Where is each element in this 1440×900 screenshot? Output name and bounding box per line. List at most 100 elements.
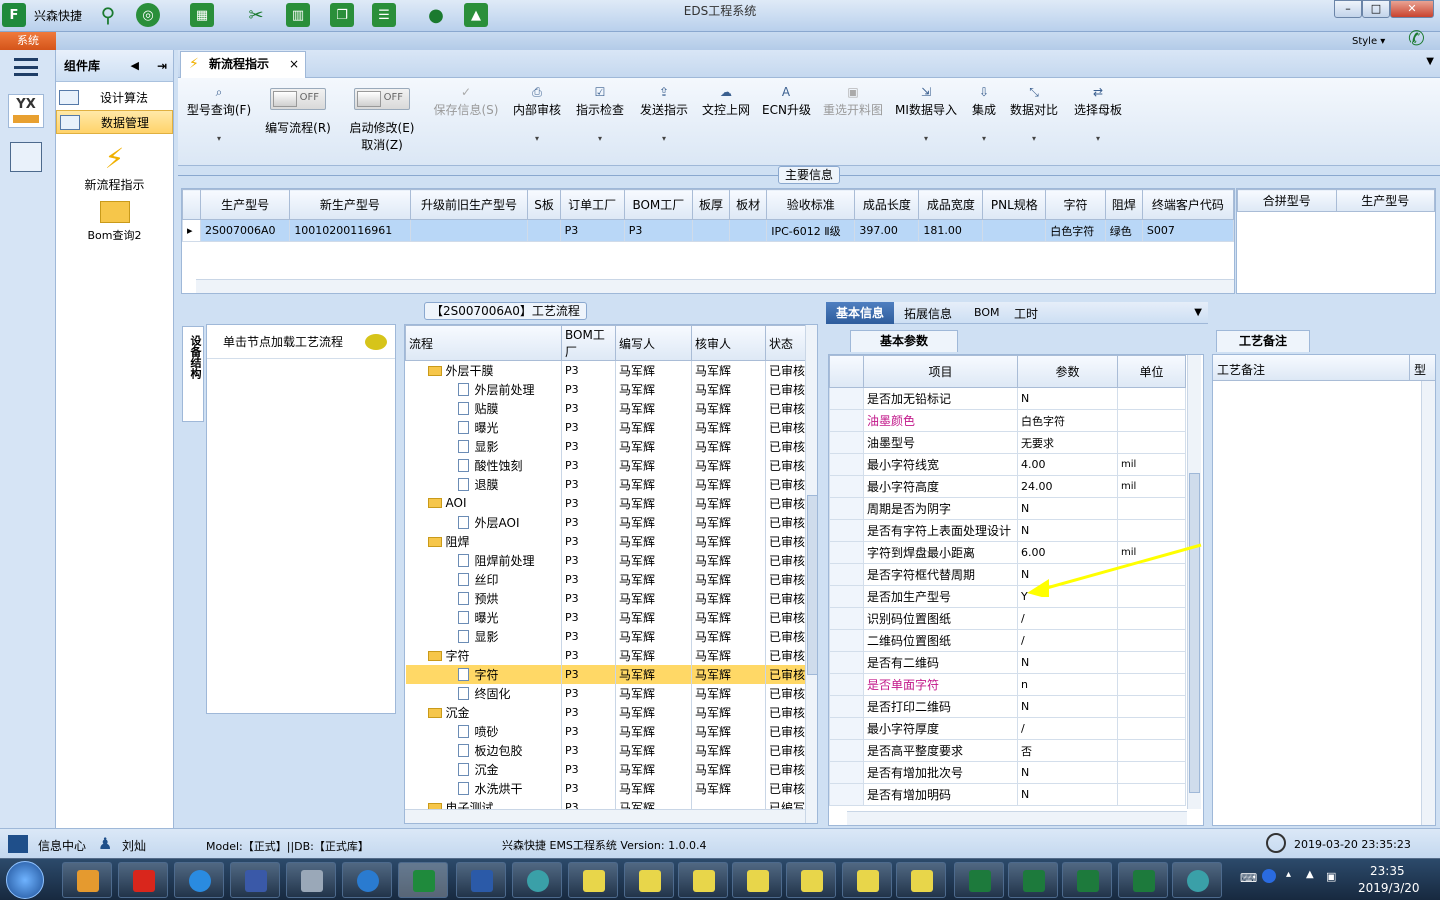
keyboard-icon[interactable]: ⌨	[1240, 871, 1257, 885]
table-row[interactable]: ▸ 2S007006A0 10010200116961 P3 P3 IPC-6012 Ⅱ级…	[182, 219, 1234, 242]
tree-node[interactable]: 水洗烘干 P3 马军辉 马军辉 已审核	[405, 778, 806, 798]
calculator-icon[interactable]	[10, 142, 42, 172]
tree-node[interactable]: 字符 P3 马军辉 马军辉 已审核	[405, 645, 806, 665]
style-menu[interactable]: Style ▾	[1352, 36, 1385, 47]
type-query-button[interactable]: ⌕ 型号查询(F) ▾	[186, 86, 252, 144]
new-flow-instruction-item[interactable]: ⚡ 新流程指示	[56, 142, 173, 193]
column-header[interactable]: 生产型号	[199, 189, 291, 220]
tree-node-name-cell[interactable]: 退膜	[405, 474, 562, 494]
tree-node-name-cell[interactable]: 字符	[405, 664, 562, 684]
integrate-button[interactable]: ⇩ 集成 ▾	[968, 86, 1000, 144]
column-header[interactable]: 板材	[729, 189, 768, 220]
start-edit-toggle[interactable]: OFF 启动修改(E) 取消(Z)	[346, 88, 418, 153]
doc-control-online-button[interactable]: ☁ 文控上网	[700, 86, 752, 118]
taskbar-app[interactable]	[1172, 862, 1222, 898]
send-instruction-button[interactable]: ⇪ 发送指示 ▾	[638, 86, 690, 144]
taskbar-window[interactable]	[786, 862, 836, 898]
tree-node[interactable]: 退膜 P3 马军辉 马军辉 已审核	[405, 474, 806, 494]
chevron-down-icon[interactable]: ▼	[1194, 307, 1202, 318]
taskbar-app[interactable]	[62, 862, 112, 898]
column-header[interactable]: 状态	[765, 325, 806, 361]
taskbar-excel[interactable]	[1118, 862, 1168, 898]
table-cell[interactable]	[729, 219, 768, 242]
info-center-link[interactable]: 信息中心	[38, 837, 86, 854]
taskbar-app[interactable]	[230, 862, 280, 898]
tree-node[interactable]: 喷砂 P3 马军辉 马军辉 已审核	[405, 721, 806, 741]
column-header[interactable]: 升级前旧生产型号	[409, 189, 529, 220]
flag-icon[interactable]: ▲	[1306, 869, 1314, 880]
tree-node-name-cell[interactable]: 丝印	[405, 569, 562, 589]
tree-node-name-cell[interactable]: 曝光	[405, 417, 562, 437]
edit-flow-switch[interactable]: OFF	[270, 88, 326, 110]
tree-node[interactable]: 显影 P3 马军辉 马军辉 已审核	[405, 436, 806, 456]
param-value[interactable]: /	[1017, 717, 1118, 740]
tree-node[interactable]: 预烘 P3 马军辉 马军辉 已审核	[405, 588, 806, 608]
column-header[interactable]: 成品长度	[854, 189, 920, 220]
maximize-button[interactable]: □	[1362, 0, 1390, 18]
tab-basic-info[interactable]: 基本信息	[826, 302, 894, 324]
param-row[interactable]: 是否有增加明码 N	[829, 783, 1186, 806]
cancel-label[interactable]: 取消(Z)	[361, 138, 403, 152]
column-header[interactable]: 单位	[1117, 355, 1186, 388]
column-header[interactable]: S板	[527, 189, 561, 220]
column-header[interactable]: BOM工厂	[623, 189, 694, 220]
table-cell[interactable]: P3	[623, 219, 694, 242]
column-header[interactable]: 合拼型号	[1237, 189, 1337, 212]
sidebar-item-data-management[interactable]: 数据管理	[56, 110, 173, 134]
param-value[interactable]: N	[1017, 651, 1118, 674]
column-header[interactable]: 生产型号	[1335, 189, 1435, 212]
tree-node[interactable]: 显影 P3 马军辉 马军辉 已审核	[405, 626, 806, 646]
tree-node-name-cell[interactable]: 沉金	[405, 759, 562, 779]
param-row[interactable]: 是否高平整度要求否	[829, 739, 1186, 762]
table-cell[interactable]: 2S007006A0	[199, 219, 291, 242]
param-row[interactable]: 是否单面字符 n	[829, 673, 1186, 696]
column-header[interactable]: 字符	[1045, 189, 1106, 220]
tree-node-name-cell[interactable]: 板边包胶	[405, 740, 562, 760]
tab-equipment-structure[interactable]: 设备结构	[182, 326, 204, 422]
tab-list-dropdown-icon[interactable]: ▼	[1426, 56, 1434, 67]
taskbar-window[interactable]	[732, 862, 782, 898]
taskbar-word[interactable]	[456, 862, 506, 898]
windows-grid-icon[interactable]	[8, 835, 28, 853]
scrollbar-thumb[interactable]	[1189, 473, 1200, 793]
scrollbar-thumb[interactable]	[807, 495, 817, 675]
taskbar-window[interactable]	[624, 862, 674, 898]
close-button[interactable]: ✕	[1390, 0, 1434, 18]
tab-extended-info[interactable]: 拓展信息	[904, 305, 952, 322]
instruction-check-button[interactable]: ☑ 指示检查 ▾	[574, 86, 626, 144]
tree-node-name-cell[interactable]: 酸性蚀刻	[405, 455, 562, 475]
param-value[interactable]: N	[1017, 497, 1118, 520]
load-flow-hint[interactable]: 单击节点加载工艺流程	[207, 325, 395, 359]
table-cell[interactable]	[409, 219, 529, 242]
param-row[interactable]: 是否有字符上表面处理设计 N	[829, 519, 1186, 542]
tree-node[interactable]: 阻焊 P3 马军辉 马军辉 已审核	[405, 531, 806, 551]
column-header[interactable]: 验收标准	[766, 189, 856, 220]
table-cell[interactable]: 绿色	[1104, 219, 1143, 242]
column-header[interactable]: BOM工厂	[561, 325, 616, 361]
param-row[interactable]: 是否有增加批次号 N	[829, 761, 1186, 784]
sidebar-item-design-algorithm[interactable]: 设计算法	[56, 86, 173, 110]
param-row[interactable]: 油墨颜色 白色字符	[829, 409, 1186, 432]
taskbar-excel[interactable]	[1062, 862, 1112, 898]
param-row[interactable]: 二维码位置图纸 /	[829, 629, 1186, 652]
taskbar-eds-active[interactable]	[398, 862, 448, 898]
network-icon[interactable]: ▣	[1326, 870, 1336, 883]
tree-node-name-cell[interactable]: 阻焊	[405, 531, 562, 551]
tree-node-name-cell[interactable]: 显影	[405, 436, 562, 456]
tree-node[interactable]: 酸性蚀刻 P3 马军辉 马军辉 已审核	[405, 455, 806, 475]
tree-node-name-cell[interactable]: 预烘	[405, 588, 562, 608]
param-row[interactable]: 是否打印二维码 N	[829, 695, 1186, 718]
table-cell[interactable]	[692, 219, 731, 242]
tree-node-name-cell[interactable]: 外层AOI	[405, 512, 562, 532]
select-motherboard-button[interactable]: ⇄ 选择母板 ▾	[1072, 86, 1124, 144]
tree-node[interactable]: 曝光 P3 马军辉 马军辉 已审核	[405, 417, 806, 437]
tree-node-name-cell[interactable]: 喷砂	[405, 721, 562, 741]
table-cell[interactable]: 397.00	[854, 219, 920, 242]
start-button[interactable]	[6, 861, 44, 899]
system-menu-button[interactable]: 系统	[0, 32, 56, 50]
phone-icon[interactable]: ✆	[1408, 26, 1425, 50]
column-header[interactable]: 型	[1409, 355, 1430, 381]
taskbar-window[interactable]	[896, 862, 946, 898]
param-value[interactable]: N	[1017, 519, 1118, 542]
column-header[interactable]: 工艺备注	[1217, 361, 1265, 378]
